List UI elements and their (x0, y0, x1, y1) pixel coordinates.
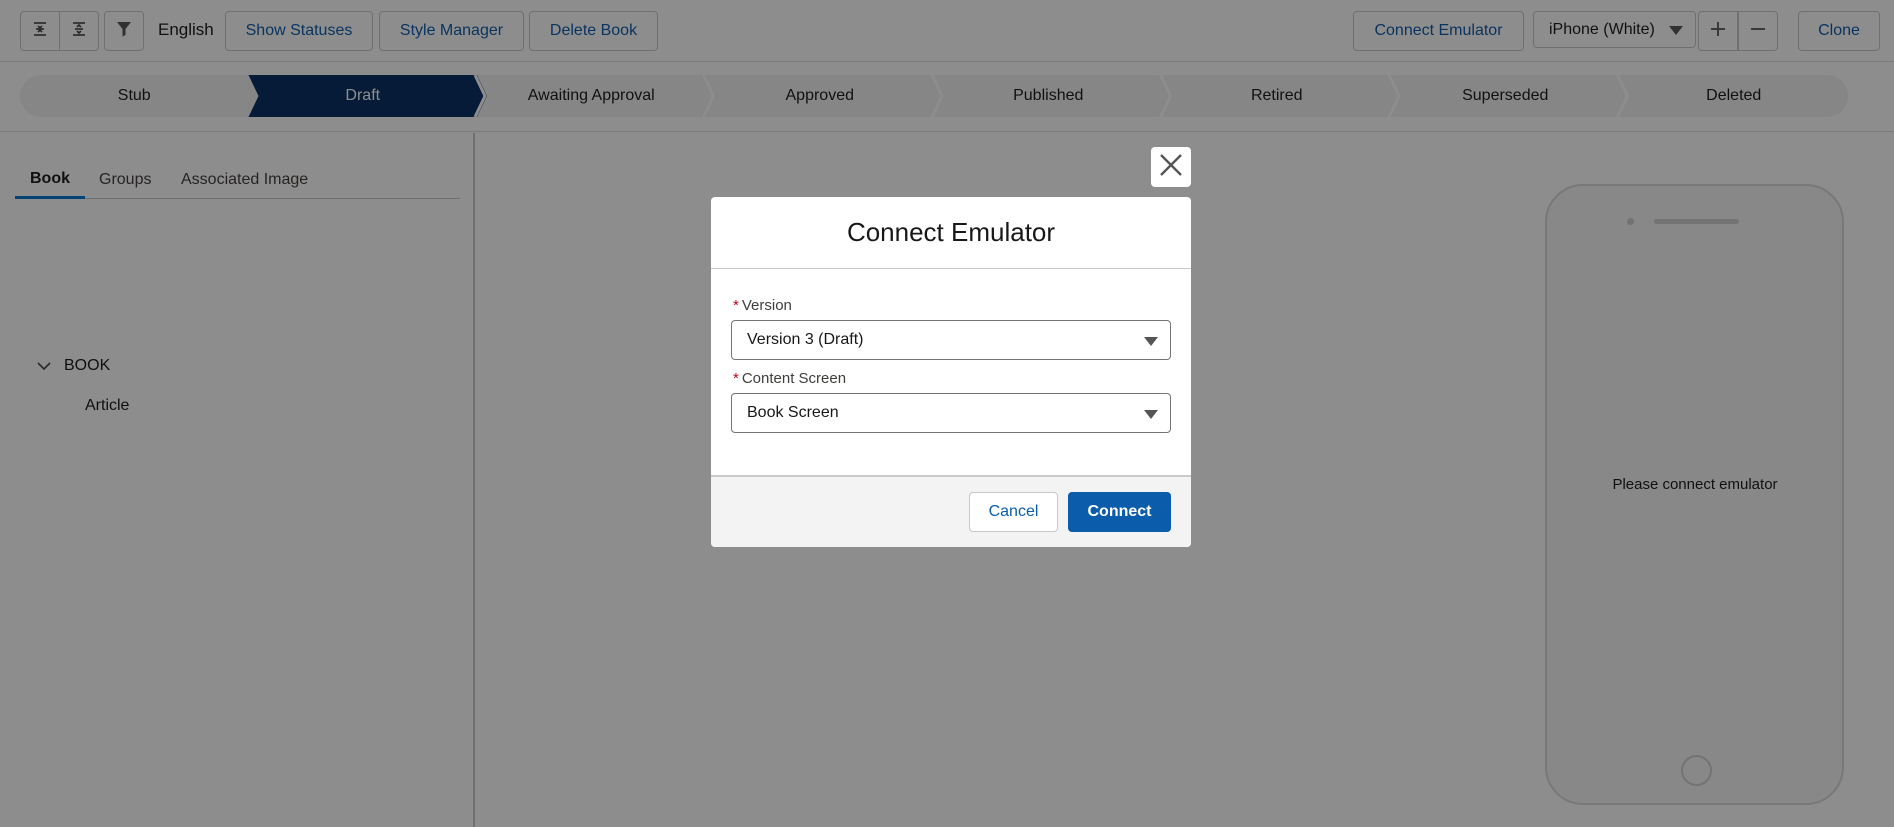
connect-button[interactable]: Connect (1068, 492, 1171, 532)
content-screen-select[interactable]: Book Screen (731, 393, 1171, 433)
modal-close-button[interactable] (1151, 147, 1191, 187)
content-screen-label: * Content Screen (733, 370, 846, 387)
modal-title: Connect Emulator (711, 197, 1191, 269)
required-marker: * (733, 297, 739, 314)
version-label: * Version (733, 297, 792, 314)
connect-emulator-modal: Connect Emulator * Version Version 3 (Dra… (711, 197, 1191, 547)
cancel-button[interactable]: Cancel (969, 492, 1058, 532)
version-label-text: Version (741, 297, 792, 314)
chevron-down-icon (1144, 410, 1158, 419)
modal-footer: Cancel Connect (711, 475, 1191, 547)
version-select[interactable]: Version 3 (Draft) (731, 320, 1171, 360)
chevron-down-icon (1144, 337, 1158, 346)
version-select-value: Version 3 (Draft) (747, 331, 864, 348)
content-screen-select-value: Book Screen (747, 404, 839, 421)
required-marker: * (733, 370, 739, 387)
close-icon (1158, 152, 1184, 183)
content-screen-label-text: Content Screen (741, 370, 847, 387)
